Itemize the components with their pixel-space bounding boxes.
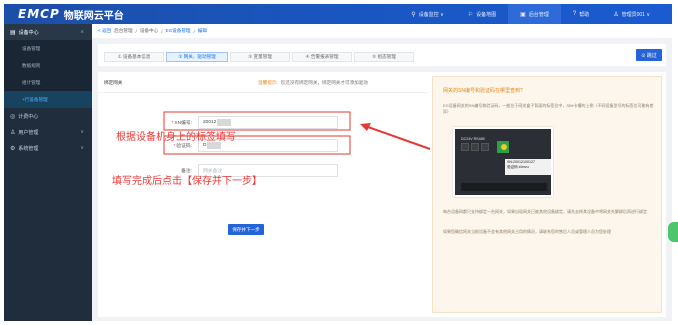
sn-label-text: SN编号: xyxy=(174,121,192,126)
location-icon: ⚲ xyxy=(411,11,416,18)
device-port xyxy=(471,143,479,151)
breadcrumb-sep: / xyxy=(135,28,137,34)
breadcrumb-item[interactable]: 后台管理 xyxy=(114,28,132,34)
admin-icon: ▣ xyxy=(520,11,526,18)
brand-logo: EMCP xyxy=(18,7,60,21)
sidebar-item-device-center[interactable]: ▤ 设备中心 ∧ xyxy=(4,24,92,40)
breadcrumb: < 返回 后台管理 / 设备中心 / EG设备管理 / 编辑 xyxy=(92,24,672,38)
hint-label: 温馨提示: xyxy=(258,80,278,85)
device-sticker: SN:20012100127 验证码:t4mvu xyxy=(505,159,551,175)
device-icon: ▤ xyxy=(10,29,16,36)
sidebar-item-users[interactable]: ♙ 用户管理 ∨ xyxy=(4,124,92,140)
step-gateway-driver[interactable]: ② 网关、驱动管理 xyxy=(166,52,228,62)
breadcrumb-sep: / xyxy=(161,28,163,34)
device-port-label: DC24V RS485 xyxy=(461,137,485,141)
breadcrumb-back[interactable]: < 返回 xyxy=(98,28,111,34)
annotation-fill-label: 根据设备机身上的标签填写 xyxy=(116,132,236,143)
sidebar-item-billing[interactable]: ◎ 计费中心 xyxy=(4,108,92,124)
sidebar-item-eg-device[interactable]: +行设备管理 xyxy=(4,91,92,108)
sidebar-item-label: 计费中心 xyxy=(18,113,39,120)
code-value: D xyxy=(203,143,207,148)
nav-label: 管理员001 ∨ xyxy=(621,11,650,18)
terminal-screw xyxy=(501,144,507,150)
sidebar-item-device-manage[interactable]: 设备管理 xyxy=(4,40,92,57)
device-port xyxy=(461,143,469,151)
chevron-down-icon: ∨ xyxy=(80,129,84,135)
nav-device-monitor[interactable]: ⚲ 设备监控 ∨ xyxy=(399,4,455,24)
user-icon: ♙ xyxy=(613,11,619,18)
sidebar-item-data-rules[interactable]: 数据规则 xyxy=(4,57,92,74)
device-port xyxy=(481,143,489,151)
nav-user-menu[interactable]: ♙ 管理员001 ∨ xyxy=(601,4,662,24)
map-icon: ⚐ xyxy=(467,11,474,18)
sidebar-item-group-manage[interactable]: 组计管理 xyxy=(4,74,92,91)
breadcrumb-sep: / xyxy=(193,28,195,34)
help-paragraph: 每台设备网都只支持绑定一台网关，如果出现网关已被其他设备绑定，请先去掉其设备中将… xyxy=(443,209,647,214)
nav-label: 后台管理 xyxy=(528,11,549,18)
skip-button[interactable]: ⊙ 跳过 xyxy=(636,49,662,61)
hint-text: 温馨提示: 您还没有绑定网关，绑定网关才可添加驱动 xyxy=(258,80,368,86)
device-photo: DC24V RS485 SN:20012100127 验证码:t4mvu xyxy=(453,127,553,197)
sidebar-item-label: 系统管理 xyxy=(18,145,39,152)
step-configuration[interactable]: ⑤ 组态管理 xyxy=(354,52,414,62)
top-bar: EMCP 物联网云平台 ⚲ 设备监控 ∨ ⚐ 设备地图 ▣ 后台管理 ? 帮助 ♙ 管理员… xyxy=(4,4,672,24)
step-basic-info[interactable]: ① 设备基本信息 xyxy=(104,52,164,62)
system-icon: ⚙ xyxy=(10,145,16,152)
sidebar-item-system[interactable]: ⚙ 系统管理 ∨ xyxy=(4,140,92,156)
steps-bar: ① 设备基本信息 ② 网关、驱动管理 ③ 变量管理 ④ 告警报表管理 ⑤ 组态管… xyxy=(98,44,666,66)
brand[interactable]: EMCP 物联网云平台 xyxy=(4,7,184,22)
sticker-code: 验证码:t4mvu xyxy=(507,165,529,169)
nav-label: 设备监控 ∨ xyxy=(418,11,444,18)
top-nav: ⚲ 设备监控 ∨ ⚐ 设备地图 ▣ 后台管理 ? 帮助 ♙ 管理员001 ∨ xyxy=(399,4,662,24)
chevron-up-icon: ∧ xyxy=(80,29,84,35)
help-paragraph: 如果您确信网关当前设备不会有其他网关占用的情况，请联系您的售后人员或管理人员为您… xyxy=(443,229,611,234)
sidebar-item-label: 设备中心 xyxy=(18,29,39,36)
help-paragraph: EG设备网关的SN编号和验证码，一般位于网关盒子背面的标签位中，SIM卡槽的上侧… xyxy=(443,103,654,114)
chevron-down-icon: ∨ xyxy=(80,145,84,151)
tab-bind-gateway[interactable]: 绑定网关 xyxy=(104,80,122,86)
nav-label: 帮助 xyxy=(579,11,590,18)
annotation-save-next: 填写完成后点击【保存并下一步】 xyxy=(112,176,262,187)
code-label-text: 验证码: xyxy=(176,144,192,149)
nav-help[interactable]: ? 帮助 xyxy=(561,4,601,24)
breadcrumb-item[interactable]: 设备中心 xyxy=(140,28,158,34)
nav-device-map[interactable]: ⚐ 设备地图 xyxy=(456,4,508,24)
help-box: 网关的SN编号和验证码在哪里查到? EG设备网关的SN编号和验证码，一般位于网关… xyxy=(432,76,662,313)
hint-message: 您还没有绑定网关，绑定网关才可添加驱动 xyxy=(280,80,368,85)
form-panel: 绑定网关 温馨提示: 您还没有绑定网关，绑定网关才可添加驱动 *SN编号: 200… xyxy=(98,72,666,317)
users-icon: ♙ xyxy=(10,129,16,136)
bill-icon: ◎ xyxy=(10,113,16,120)
floating-side-tab[interactable] xyxy=(668,222,678,242)
nav-label: 设备地图 xyxy=(476,11,497,18)
breadcrumb-item[interactable]: EG设备管理 xyxy=(166,28,191,34)
brand-name: 物联网云平台 xyxy=(63,10,124,22)
help-icon: ? xyxy=(572,11,577,17)
sidebar: ▤ 设备中心 ∧ 设备管理 数据规则 组计管理 +行设备管理 ◎ 计费中心 ♙ 用户管理… xyxy=(4,24,92,321)
redaction-mask xyxy=(207,142,222,149)
help-title: 网关的SN编号和验证码在哪里查到? xyxy=(443,88,523,94)
breadcrumb-current: 编辑 xyxy=(197,28,207,33)
required-mark: * xyxy=(173,144,176,149)
step-variables[interactable]: ③ 变量管理 xyxy=(230,52,290,62)
nav-admin[interactable]: ▣ 后台管理 xyxy=(508,4,561,24)
save-next-button[interactable]: 保存并下一步 xyxy=(228,224,264,235)
sn-value: 20012 xyxy=(203,120,217,125)
redaction-mask xyxy=(217,119,232,126)
code-label: *验证码: xyxy=(164,142,192,149)
sidebar-item-label: 用户管理 xyxy=(18,129,39,136)
divider xyxy=(98,92,428,93)
step-alarm-report[interactable]: ④ 告警报表管理 xyxy=(292,52,352,62)
sn-label: *SN编号: xyxy=(164,119,192,126)
device-base xyxy=(461,183,547,191)
